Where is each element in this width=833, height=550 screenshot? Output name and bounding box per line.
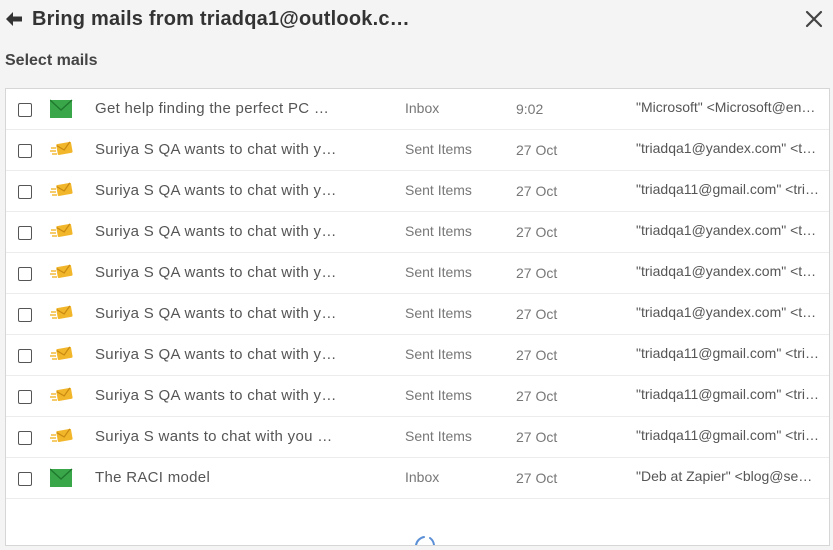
mail-subject: The RACI model (95, 469, 211, 486)
sent-mail-icon (50, 264, 73, 278)
mail-folder: Sent Items (405, 182, 472, 198)
mail-folder: Sent Items (405, 141, 472, 157)
dialog-title: Bring mails from triadqa1@outlook.c… (32, 8, 410, 30)
sent-mail-icon (50, 428, 73, 442)
mail-subject: Suriya S QA wants to chat with y… (95, 141, 337, 158)
mail-date: 27 Oct (516, 347, 558, 363)
mail-sender: "triadqa1@yandex.com" <t… (636, 304, 817, 320)
mail-folder: Sent Items (405, 264, 472, 280)
sent-mail-icon (50, 346, 73, 360)
mail-sender: "triadqa1@yandex.com" <t… (636, 263, 817, 279)
mail-checkbox[interactable] (18, 472, 32, 486)
mail-folder: Sent Items (405, 346, 472, 362)
mail-checkbox[interactable] (18, 144, 32, 158)
mail-sender: "triadqa11@gmail.com" <tri… (636, 181, 820, 197)
mail-checkbox[interactable] (18, 185, 32, 199)
mail-subject: Suriya S QA wants to chat with y… (95, 264, 337, 281)
mail-subject: Suriya S QA wants to chat with y… (95, 223, 337, 240)
mail-date: 27 Oct (516, 470, 558, 486)
mail-subject: Suriya S QA wants to chat with y… (95, 305, 337, 322)
mail-row[interactable]: Suriya S QA wants to chat with y… Sent It… (6, 130, 829, 171)
section-label: Select mails (5, 52, 98, 69)
mail-sender: "triadqa11@gmail.com" <tri… (636, 345, 820, 361)
mail-sender: "triadqa11@gmail.com" <tri… (636, 427, 820, 443)
mail-folder: Inbox (405, 100, 440, 116)
mail-checkbox[interactable] (18, 390, 32, 404)
mail-date: 27 Oct (516, 429, 558, 445)
inbox-mail-icon (50, 468, 73, 487)
sent-mail-icon (50, 387, 73, 401)
mail-row[interactable]: Suriya S QA wants to chat with y… Sent It… (6, 212, 829, 253)
sent-mail-icon (50, 182, 73, 196)
mail-sender: "Deb at Zapier" <blog@se… (636, 468, 813, 484)
mail-checkbox[interactable] (18, 226, 32, 240)
mail-date: 27 Oct (516, 306, 558, 322)
mail-folder: Sent Items (405, 387, 472, 403)
mail-row[interactable]: Suriya S QA wants to chat with y… Sent It… (6, 294, 829, 335)
mail-subject: Suriya S wants to chat with you … (95, 428, 333, 445)
dialog-header: Bring mails from triadqa1@outlook.c… (0, 0, 833, 40)
mail-checkbox[interactable] (18, 308, 32, 322)
mail-subject: Suriya S QA wants to chat with y… (95, 182, 337, 199)
mail-date: 27 Oct (516, 142, 558, 158)
mail-subject: Suriya S QA wants to chat with y… (95, 346, 337, 363)
mail-row[interactable]: The RACI model Inbox 27 Oct "Deb at Zapier"… (6, 458, 829, 499)
mail-list: Get help finding the perfect PC … Inbox 9:… (5, 88, 830, 546)
sent-mail-icon (50, 141, 73, 155)
arrow-left-icon[interactable] (4, 9, 24, 29)
mail-sender: "Microsoft" <Microsoft@en… (636, 99, 816, 115)
mail-row[interactable]: Suriya S QA wants to chat with y… Sent It… (6, 171, 829, 212)
inbox-mail-icon (50, 99, 73, 118)
mail-date: 27 Oct (516, 265, 558, 281)
loading-spinner-icon (415, 536, 435, 545)
mail-checkbox[interactable] (18, 431, 32, 445)
mail-folder: Inbox (405, 469, 440, 485)
mail-folder: Sent Items (405, 305, 472, 321)
mail-checkbox[interactable] (18, 267, 32, 281)
mail-checkbox[interactable] (18, 103, 32, 117)
mail-row[interactable]: Suriya S QA wants to chat with y… Sent It… (6, 253, 829, 294)
mail-subject: Suriya S QA wants to chat with y… (95, 387, 337, 404)
mail-sender: "triadqa1@yandex.com" <t… (636, 140, 817, 156)
mail-date: 9:02 (516, 101, 544, 117)
mail-date: 27 Oct (516, 183, 558, 199)
sent-mail-icon (50, 305, 73, 319)
mail-date: 27 Oct (516, 388, 558, 404)
mail-subject: Get help finding the perfect PC … (95, 100, 330, 117)
mail-row[interactable]: Suriya S QA wants to chat with y… Sent It… (6, 335, 829, 376)
mail-folder: Sent Items (405, 428, 472, 444)
mail-row[interactable]: Suriya S QA wants to chat with y… Sent It… (6, 376, 829, 417)
close-icon[interactable] (805, 10, 823, 28)
mail-row[interactable]: Get help finding the perfect PC … Inbox 9:… (6, 89, 829, 130)
mail-sender: "triadqa1@yandex.com" <t… (636, 222, 817, 238)
sent-mail-icon (50, 223, 73, 237)
mail-folder: Sent Items (405, 223, 472, 239)
mail-checkbox[interactable] (18, 349, 32, 363)
mail-date: 27 Oct (516, 224, 558, 240)
mail-row[interactable]: Suriya S wants to chat with you … Sent It… (6, 417, 829, 458)
mail-sender: "triadqa11@gmail.com" <tri… (636, 386, 820, 402)
